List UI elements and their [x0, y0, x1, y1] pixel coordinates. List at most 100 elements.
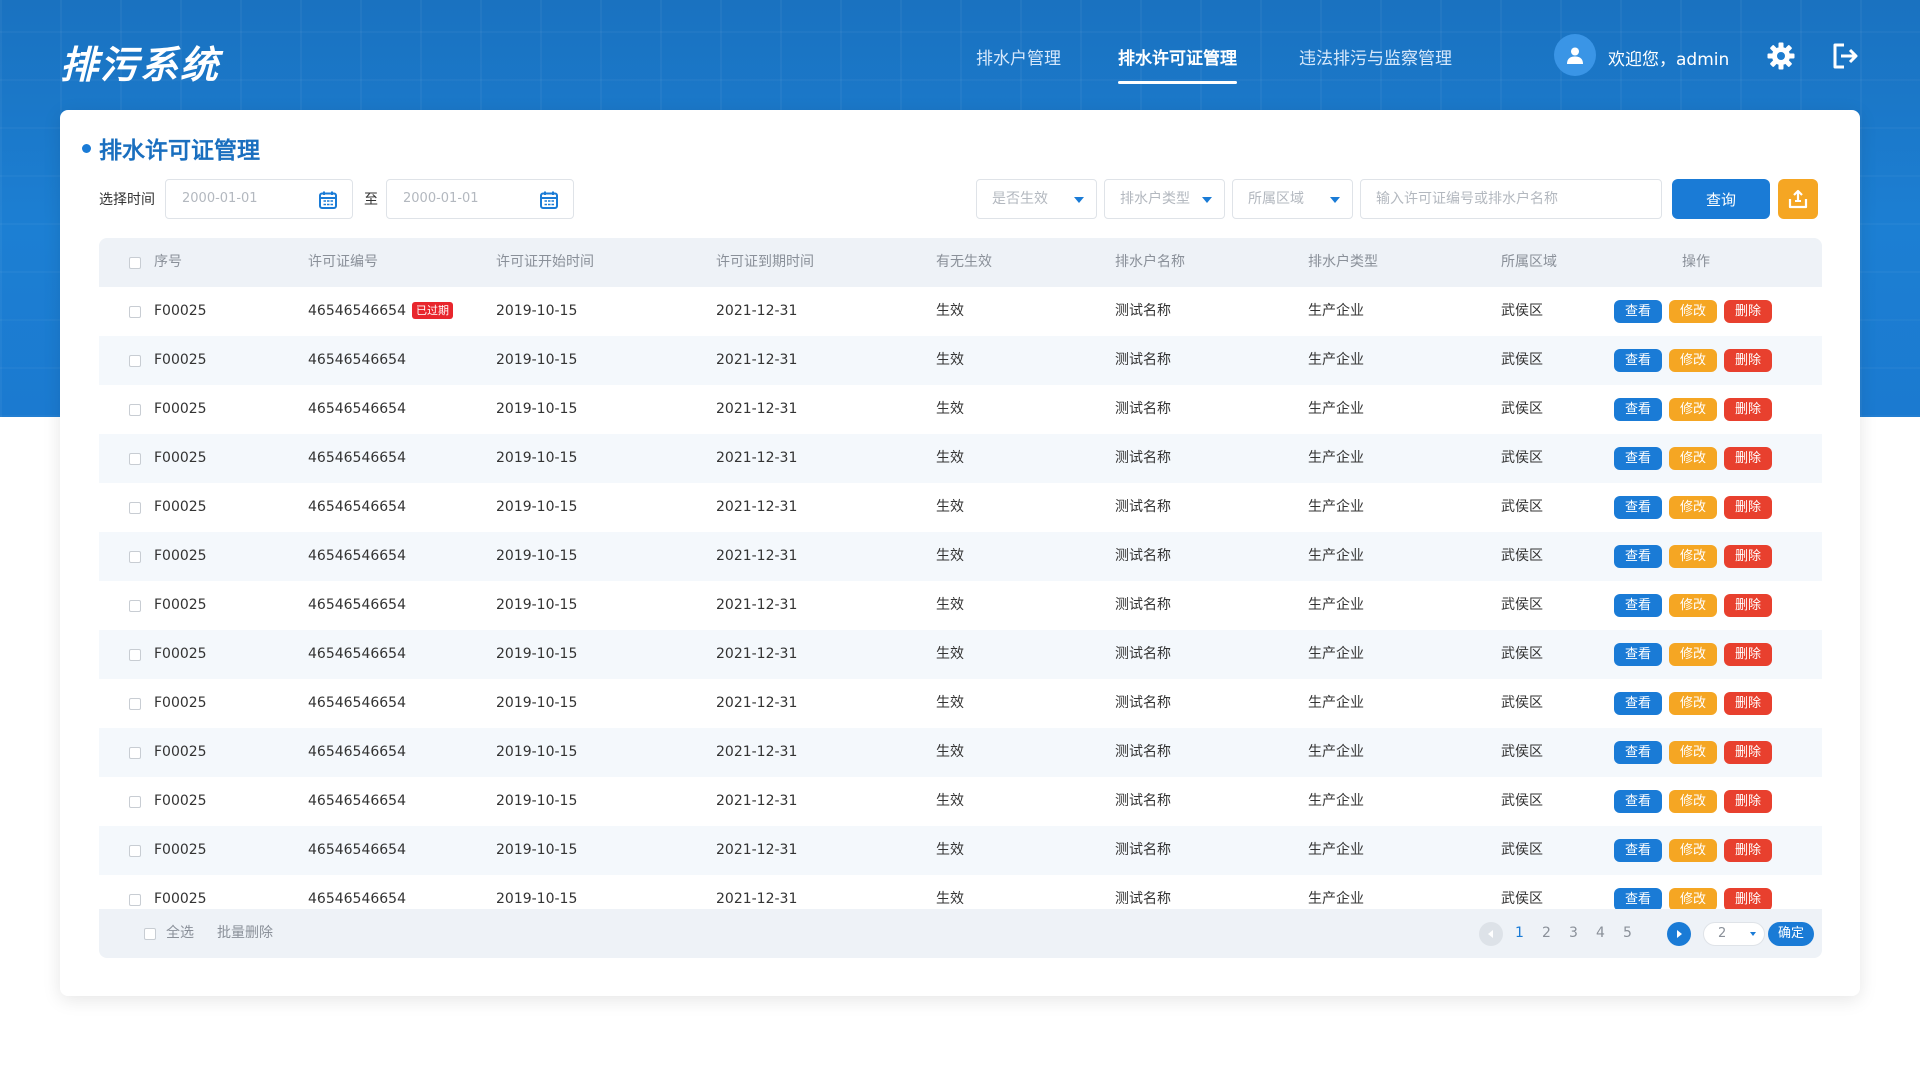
edit-button[interactable]: 修改: [1669, 692, 1717, 715]
view-button[interactable]: 查看: [1614, 692, 1662, 715]
delete-button[interactable]: 删除: [1724, 790, 1772, 813]
prev-page-button[interactable]: [1479, 922, 1503, 946]
batch-delete-button[interactable]: 批量删除: [217, 909, 273, 958]
row-checkbox[interactable]: [129, 306, 141, 318]
page-2[interactable]: 2: [1542, 909, 1551, 958]
delete-button[interactable]: 删除: [1724, 545, 1772, 568]
delete-button[interactable]: 删除: [1724, 839, 1772, 862]
calendar-icon[interactable]: [539, 190, 559, 210]
view-button[interactable]: 查看: [1614, 643, 1662, 666]
select-all-checkbox[interactable]: [144, 928, 156, 940]
delete-button[interactable]: 删除: [1724, 349, 1772, 372]
nav-item-illegal-discharge[interactable]: 违法排污与监察管理: [1299, 44, 1452, 69]
view-button[interactable]: 查看: [1614, 790, 1662, 813]
row-checkbox[interactable]: [129, 355, 141, 367]
delete-button[interactable]: 删除: [1724, 594, 1772, 617]
row-checkbox[interactable]: [129, 747, 141, 759]
row-checkbox[interactable]: [129, 404, 141, 416]
nav-item-drainage-license[interactable]: 排水许可证管理: [1118, 44, 1237, 84]
effective-select[interactable]: 是否生效: [976, 179, 1097, 219]
cell-end: 2021-12-31: [716, 532, 797, 581]
edit-button[interactable]: 修改: [1669, 643, 1717, 666]
area-select[interactable]: 所属区域: [1232, 179, 1353, 219]
cell-area-text: 武侯区: [1501, 597, 1543, 613]
row-checkbox[interactable]: [129, 649, 141, 661]
calendar-icon[interactable]: [318, 190, 338, 210]
cell-license: 46546546654: [308, 728, 406, 777]
view-button[interactable]: 查看: [1614, 447, 1662, 470]
row-checkbox[interactable]: [129, 502, 141, 514]
page-jump-select[interactable]: 2: [1703, 922, 1765, 946]
edit-button[interactable]: 修改: [1669, 496, 1717, 519]
cell-area: 武侯区: [1501, 728, 1543, 777]
row-checkbox[interactable]: [129, 600, 141, 612]
query-button[interactable]: 查询: [1672, 179, 1770, 219]
settings-button[interactable]: [1766, 41, 1796, 71]
view-button[interactable]: 查看: [1614, 300, 1662, 323]
edit-button[interactable]: 修改: [1669, 888, 1717, 911]
delete-button[interactable]: 删除: [1724, 741, 1772, 764]
cell-area: 武侯区: [1501, 336, 1543, 385]
edit-button[interactable]: 修改: [1669, 839, 1717, 862]
delete-button[interactable]: 删除: [1724, 398, 1772, 421]
row-checkbox[interactable]: [129, 551, 141, 563]
row-checkbox[interactable]: [129, 698, 141, 710]
row-actions: 查看 修改 删除: [1614, 594, 1772, 617]
delete-button[interactable]: 删除: [1724, 300, 1772, 323]
view-button[interactable]: 查看: [1614, 594, 1662, 617]
cell-start: 2019-10-15: [496, 728, 577, 777]
view-button[interactable]: 查看: [1614, 741, 1662, 764]
cell-name-text: 测试名称: [1115, 842, 1171, 858]
delete-button[interactable]: 删除: [1724, 888, 1772, 911]
start-date-input[interactable]: 2000-01-01: [165, 179, 353, 219]
edit-button[interactable]: 修改: [1669, 790, 1717, 813]
page-confirm-button[interactable]: 确定: [1768, 922, 1814, 946]
cell-name: 测试名称: [1115, 336, 1171, 385]
cell-name-text: 测试名称: [1115, 744, 1171, 760]
cell-type: 生产企业: [1308, 581, 1364, 630]
delete-button[interactable]: 删除: [1724, 496, 1772, 519]
cell-start: 2019-10-15: [496, 826, 577, 875]
row-checkbox[interactable]: [129, 845, 141, 857]
header-checkbox[interactable]: [129, 257, 141, 269]
view-button[interactable]: 查看: [1614, 398, 1662, 421]
delete-button[interactable]: 删除: [1724, 692, 1772, 715]
edit-button[interactable]: 修改: [1669, 398, 1717, 421]
page-4[interactable]: 4: [1596, 909, 1605, 958]
edit-button[interactable]: 修改: [1669, 594, 1717, 617]
delete-button[interactable]: 删除: [1724, 447, 1772, 470]
cell-status-text: 生效: [936, 450, 964, 466]
cell-name-text: 测试名称: [1115, 597, 1171, 613]
edit-button[interactable]: 修改: [1669, 300, 1717, 323]
view-button[interactable]: 查看: [1614, 839, 1662, 862]
cell-type-text: 生产企业: [1308, 548, 1364, 564]
page-5[interactable]: 5: [1623, 909, 1632, 958]
select-all-label[interactable]: 全选: [166, 909, 194, 958]
cell-no: F00025: [154, 777, 207, 826]
page-1[interactable]: 1: [1515, 909, 1524, 958]
page-3[interactable]: 3: [1569, 909, 1578, 958]
avatar[interactable]: [1554, 34, 1596, 76]
export-button[interactable]: [1778, 179, 1818, 219]
edit-button[interactable]: 修改: [1669, 545, 1717, 568]
edit-button[interactable]: 修改: [1669, 349, 1717, 372]
search-input[interactable]: [1360, 179, 1662, 219]
end-date-input[interactable]: 2000-01-01: [386, 179, 574, 219]
logout-button[interactable]: [1830, 41, 1860, 71]
row-checkbox[interactable]: [129, 453, 141, 465]
view-button[interactable]: 查看: [1614, 349, 1662, 372]
nav-item-drainage-users[interactable]: 排水户管理: [976, 44, 1061, 69]
next-page-button[interactable]: [1667, 922, 1691, 946]
edit-button[interactable]: 修改: [1669, 447, 1717, 470]
table-row: F00025 46546546654 2019-10-15 2021-12-31 生效 测…: [99, 581, 1822, 630]
view-button[interactable]: 查看: [1614, 888, 1662, 911]
table-row: F00025 46546546654 2019-10-15 2021-12-31 生效 测…: [99, 826, 1822, 875]
row-checkbox[interactable]: [129, 796, 141, 808]
edit-button[interactable]: 修改: [1669, 741, 1717, 764]
cell-area-text: 武侯区: [1501, 352, 1543, 368]
delete-button[interactable]: 删除: [1724, 643, 1772, 666]
drainage-type-select[interactable]: 排水户类型: [1104, 179, 1225, 219]
view-button[interactable]: 查看: [1614, 496, 1662, 519]
view-button[interactable]: 查看: [1614, 545, 1662, 568]
row-checkbox[interactable]: [129, 894, 141, 906]
